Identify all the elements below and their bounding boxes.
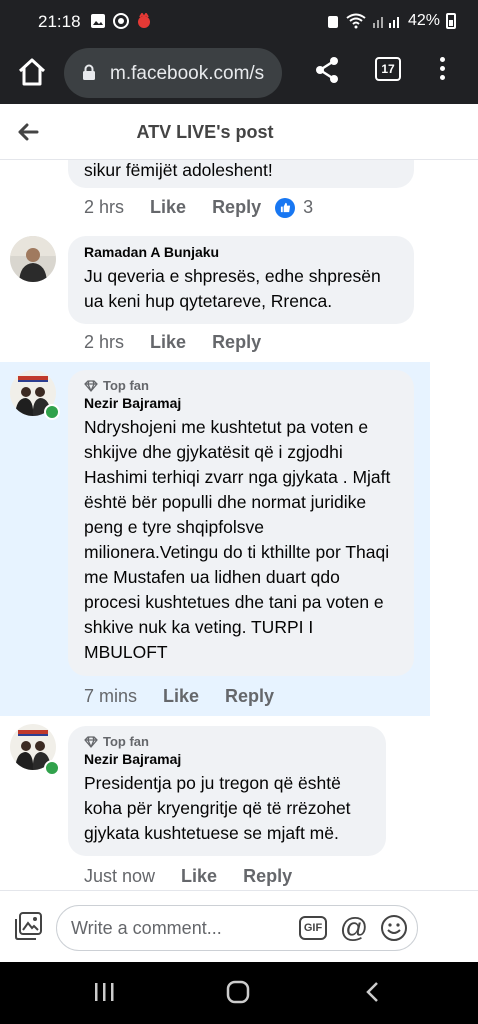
gif-button[interactable]: GIF bbox=[299, 916, 327, 940]
battery-icon bbox=[446, 13, 456, 29]
comment-actions: 7 mins Like Reply bbox=[84, 686, 300, 707]
like-button[interactable]: Like bbox=[150, 332, 186, 353]
online-status-indicator bbox=[44, 404, 60, 420]
diamond-icon bbox=[84, 379, 98, 392]
top-fan-label: Top fan bbox=[103, 734, 149, 749]
home-nav-icon[interactable] bbox=[226, 980, 250, 1009]
reply-button[interactable]: Reply bbox=[225, 686, 274, 707]
comment-bubble: Top fan Nezir Bajramaj Ndryshojeni me ku… bbox=[68, 370, 414, 676]
browser-menu-icon[interactable] bbox=[437, 54, 447, 84]
notification-icons bbox=[90, 13, 152, 29]
comment-input-box: GIF @ bbox=[56, 905, 418, 951]
like-button[interactable]: Like bbox=[181, 866, 217, 887]
status-right: 42% bbox=[326, 12, 456, 30]
system-nav-bar bbox=[0, 962, 478, 1024]
lock-icon bbox=[83, 64, 95, 80]
comment-author[interactable]: Nezir Bajramaj bbox=[84, 395, 400, 411]
home-icon[interactable] bbox=[16, 56, 48, 88]
page-header: ATV LIVE's post bbox=[0, 104, 478, 160]
comment-actions: 2 hrs Like Reply bbox=[84, 332, 287, 353]
chrome-icon bbox=[113, 13, 129, 29]
top-fan-label: Top fan bbox=[103, 378, 149, 393]
comment-actions: Just now Like Reply bbox=[84, 866, 318, 887]
back-nav-icon[interactable] bbox=[362, 980, 386, 1009]
share-icon[interactable] bbox=[314, 56, 340, 84]
tab-switcher-button[interactable]: 17 bbox=[375, 57, 401, 81]
comment-time[interactable]: 2 hrs bbox=[84, 197, 124, 218]
comment-bubble: sikur fëmijët adoleshent! bbox=[68, 160, 414, 188]
comments-list[interactable]: sikur fëmijët adoleshent! 2 hrs Like Rep… bbox=[0, 160, 478, 890]
comment-text: sikur fëmijët adoleshent! bbox=[84, 160, 273, 180]
reply-button[interactable]: Reply bbox=[212, 197, 261, 218]
comment-time[interactable]: Just now bbox=[84, 866, 155, 887]
status-bar: 21:18 42% bbox=[0, 0, 478, 42]
signal-icon bbox=[372, 17, 399, 28]
like-button[interactable]: Like bbox=[150, 197, 186, 218]
comment-input[interactable] bbox=[71, 906, 291, 950]
battery-percent: 42% bbox=[407, 12, 440, 29]
like-count: 3 bbox=[303, 197, 314, 217]
browser-toolbar: m.facebook.com/s 17 bbox=[0, 42, 478, 104]
comment-time[interactable]: 7 mins bbox=[84, 686, 137, 707]
comment-bubble: Top fan Nezir Bajramaj Presidentja po ju… bbox=[68, 726, 386, 856]
app-notification-icon bbox=[138, 13, 150, 28]
like-button[interactable]: Like bbox=[163, 686, 199, 707]
address-bar[interactable]: m.facebook.com/s bbox=[64, 48, 282, 98]
comment-actions: 2 hrs Like Reply 3 bbox=[84, 197, 313, 218]
comment-text: Ju qeveria e shpresës, edhe shpresën ua … bbox=[84, 266, 381, 311]
comment-author[interactable]: Ramadan A Bunjaku bbox=[84, 244, 400, 260]
recent-apps-icon[interactable] bbox=[92, 980, 116, 1009]
comment-time[interactable]: 2 hrs bbox=[84, 332, 124, 353]
reaction-count[interactable]: 3 bbox=[275, 197, 313, 218]
top-fan-badge: Top fan bbox=[84, 734, 372, 749]
reply-button[interactable]: Reply bbox=[243, 866, 292, 887]
photo-icon[interactable] bbox=[14, 911, 44, 941]
top-fan-badge: Top fan bbox=[84, 378, 400, 393]
reply-button[interactable]: Reply bbox=[212, 332, 261, 353]
wifi-icon bbox=[346, 13, 366, 29]
gallery-icon bbox=[91, 14, 105, 28]
online-status-indicator bbox=[44, 760, 60, 776]
diamond-icon bbox=[84, 735, 98, 748]
page-title: ATV LIVE's post bbox=[136, 122, 274, 142]
comment-author[interactable]: Nezir Bajramaj bbox=[84, 751, 372, 767]
comment-text: Presidentja po ju tregon që është koha p… bbox=[84, 773, 351, 843]
comment-composer: GIF @ bbox=[0, 890, 478, 962]
thumbs-up-icon bbox=[275, 197, 296, 218]
status-time: 21:18 bbox=[38, 12, 81, 31]
emoji-icon[interactable] bbox=[380, 914, 408, 942]
comment-bubble: Ramadan A Bunjaku Ju qeveria e shpresës,… bbox=[68, 236, 414, 324]
url-text: m.facebook.com/s bbox=[110, 63, 265, 84]
comment-text: Ndryshojeni me kushtetut pa voten e shki… bbox=[84, 417, 391, 662]
avatar[interactable] bbox=[10, 236, 56, 282]
mention-button[interactable]: @ bbox=[339, 913, 369, 943]
alarm-icon bbox=[327, 16, 338, 28]
